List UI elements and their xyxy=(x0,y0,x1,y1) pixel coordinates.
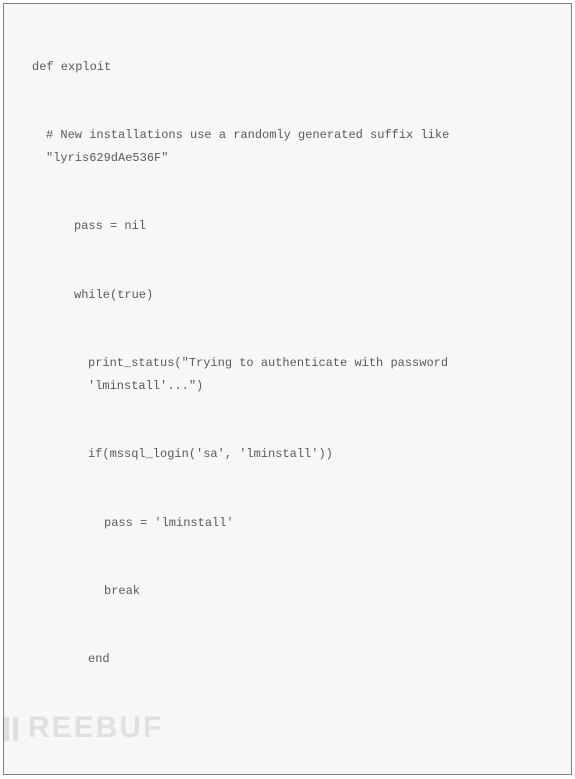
code-line: # New installations use a randomly gener… xyxy=(4,124,571,170)
code-frame: def exploit # New installations use a ra… xyxy=(3,3,572,775)
code-line: while(true) xyxy=(4,284,571,307)
code-line: end xyxy=(4,648,571,671)
code-line: print_status("Trying to authenticate wit… xyxy=(4,352,571,398)
code-line: def exploit xyxy=(4,56,571,79)
blank-line xyxy=(4,717,571,739)
code-line: pass = nil xyxy=(4,215,571,238)
code-line: break xyxy=(4,580,571,603)
code-block: def exploit # New installations use a ra… xyxy=(4,10,571,779)
code-line: if(mssql_login('sa', 'lminstall')) xyxy=(4,443,571,466)
code-line: pass = 'lminstall' xyxy=(4,512,571,535)
